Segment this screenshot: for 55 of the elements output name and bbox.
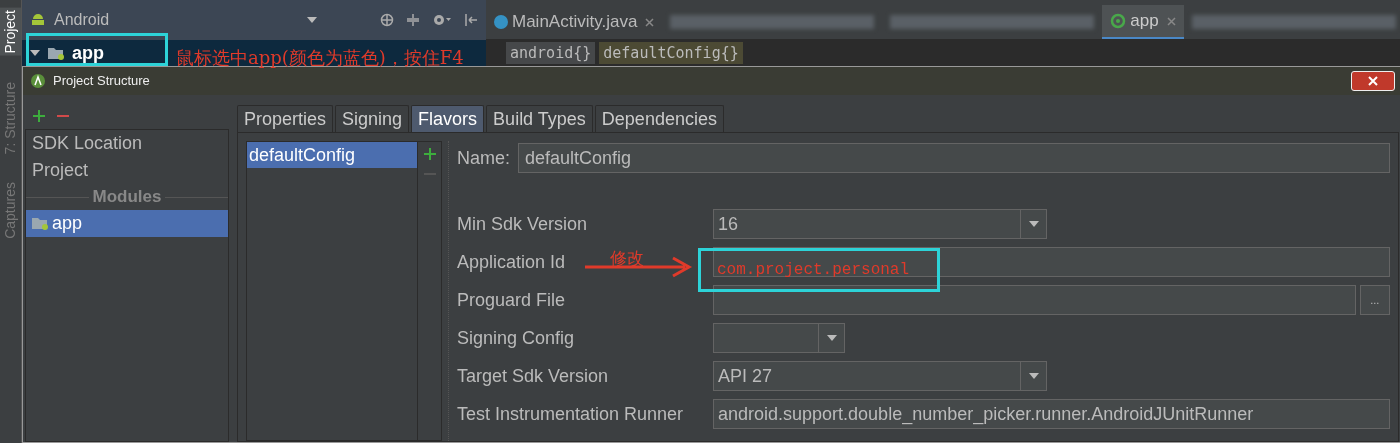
view-selector[interactable]: Android bbox=[54, 8, 110, 32]
settings-icon[interactable] bbox=[432, 13, 452, 27]
field-label: Application Id bbox=[457, 251, 566, 272]
dropdown[interactable]: API 27 bbox=[713, 361, 1047, 391]
tool-window-tab[interactable]: Project bbox=[0, 8, 21, 56]
breadcrumb[interactable]: android{} bbox=[506, 41, 596, 65]
sidebar-item[interactable]: Project bbox=[26, 157, 228, 184]
file-field[interactable] bbox=[713, 285, 1356, 315]
android-studio-icon bbox=[31, 74, 45, 88]
dialog-tab[interactable]: Dependencies bbox=[594, 105, 724, 132]
flavor-item[interactable]: defaultConfig bbox=[247, 142, 417, 168]
field-label: Signing Config bbox=[457, 327, 575, 348]
dropdown[interactable]: 16 bbox=[713, 209, 1047, 239]
caret-icon bbox=[826, 335, 837, 341]
annotation-note: 鼠标选中app(颜色为蓝色)，按住F4 bbox=[176, 46, 464, 70]
close-icon[interactable] bbox=[1166, 16, 1176, 26]
breadcrumb[interactable]: defaultConfig{} bbox=[599, 41, 743, 65]
name-field[interactable]: defaultConfig bbox=[518, 143, 1390, 173]
field-label: Test Instrumentation Runner bbox=[457, 403, 684, 424]
caret-icon bbox=[1028, 373, 1039, 379]
browse-button[interactable]: ... bbox=[1359, 285, 1390, 315]
text-field[interactable]: android.support.double_number_picker.runner.AndroidJUnitRunner bbox=[713, 399, 1390, 429]
field-label: Min Sdk Version bbox=[457, 213, 588, 234]
add-icon[interactable] bbox=[33, 110, 45, 122]
editor-tab[interactable]: MainActivity.java bbox=[486, 5, 663, 39]
class-icon bbox=[494, 15, 508, 29]
caret-icon bbox=[1028, 221, 1039, 227]
editor-tab[interactable]: app bbox=[1102, 5, 1184, 39]
caret-icon bbox=[30, 50, 40, 56]
target-icon[interactable] bbox=[380, 13, 394, 27]
sidebar-item[interactable]: SDK Location bbox=[26, 130, 228, 157]
close-icon bbox=[1367, 76, 1378, 86]
field-label: Proguard File bbox=[457, 289, 566, 310]
close-button[interactable] bbox=[1350, 71, 1395, 91]
module-item[interactable]: app bbox=[26, 210, 228, 237]
field-label: Target Sdk Version bbox=[457, 365, 609, 386]
field-label: Name: bbox=[457, 146, 510, 170]
dialog-tab[interactable]: Flavors bbox=[411, 105, 485, 132]
caret-icon bbox=[307, 17, 318, 23]
dialog-title: Project Structure bbox=[53, 72, 150, 91]
collapse-icon[interactable] bbox=[406, 13, 420, 27]
section-header: Modules bbox=[92, 186, 162, 209]
annotation-value: com.project.personal bbox=[717, 260, 910, 281]
folder-icon bbox=[32, 217, 48, 230]
hide-panel-icon[interactable] bbox=[464, 13, 478, 27]
annotation-label: 修改 bbox=[610, 247, 644, 270]
text-field[interactable] bbox=[713, 247, 1390, 277]
dialog-tab[interactable]: Signing bbox=[335, 105, 410, 132]
android-icon bbox=[30, 12, 46, 28]
gradle-icon bbox=[1110, 13, 1127, 29]
add-icon[interactable] bbox=[423, 148, 436, 160]
close-icon[interactable] bbox=[645, 17, 655, 27]
dialog-tab[interactable]: Properties bbox=[237, 105, 334, 132]
folder-icon bbox=[48, 46, 64, 60]
dialog-tab[interactable]: Build Types bbox=[486, 105, 593, 132]
